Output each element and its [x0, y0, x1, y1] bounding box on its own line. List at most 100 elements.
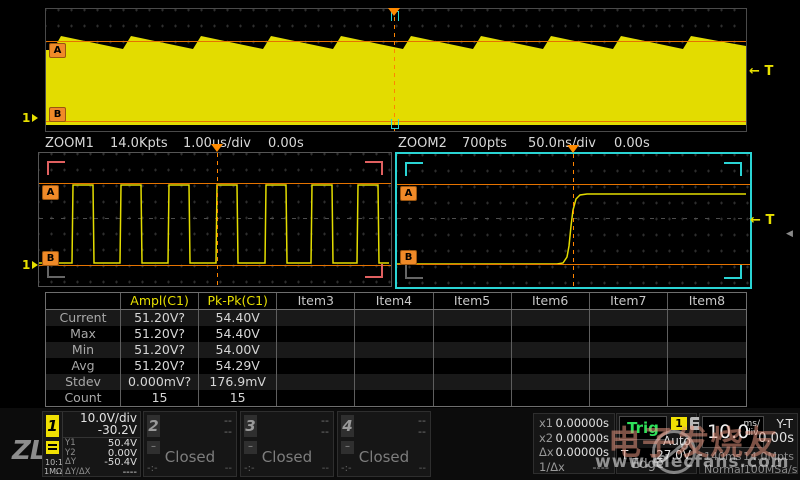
cursor-b-label[interactable]: B [400, 250, 417, 265]
cursor-a-line[interactable] [46, 41, 746, 42]
sample-rate: 100MSa/s [744, 463, 798, 476]
zoom1-trigger-icon[interactable] [211, 144, 223, 152]
measure-value [512, 342, 590, 358]
measure-value: 51.20V? [121, 326, 199, 342]
cursor-x-row: x20.00000s [534, 431, 614, 446]
zoom1-points: 14.0Kpts [110, 136, 168, 151]
measure-column-header[interactable]: Item4 [355, 293, 433, 309]
measure-value: 15 [121, 390, 199, 406]
timebase-scale-box[interactable]: 10.0 ms/div [702, 416, 764, 448]
zoom1-window: A B [38, 152, 392, 287]
measure-value: 15 [199, 390, 277, 406]
measure-value [668, 342, 746, 358]
measure-column-header[interactable]: Ampl(C1) [121, 293, 199, 309]
zoom2-title: ZOOM2 [398, 136, 447, 151]
measure-row: Count1515 [46, 390, 746, 406]
display-mode: Y-T [777, 417, 793, 431]
measure-column-header[interactable]: Item5 [434, 293, 512, 309]
measure-value [590, 390, 668, 406]
measure-row: Min51.20V?54.00V [46, 342, 746, 358]
measure-row: Max51.20V?54.40V [46, 326, 746, 342]
channel-1-badge[interactable]: 1 [46, 415, 59, 437]
measure-row-label: Min [46, 342, 121, 358]
channel-2-badge[interactable]: 2 [147, 415, 160, 437]
main-waveform-window: A B [45, 8, 747, 132]
trigger-status-badge: Trig [619, 416, 667, 440]
trigger-type[interactable]: Edge [617, 457, 678, 472]
cursor-b-label[interactable]: B [49, 107, 66, 122]
zoom2-trigger-line [573, 154, 574, 287]
channel-1-coupling-dc-icon[interactable] [46, 441, 59, 454]
measure-value [668, 358, 746, 374]
channel-3-badge[interactable]: 3 [244, 415, 257, 437]
measure-column-header[interactable]: Item6 [512, 293, 590, 309]
measure-row: Current51.20V?54.40V [46, 310, 746, 326]
zoom2-points: 700pts [462, 136, 507, 151]
left-arrow-icon: ← [749, 64, 760, 79]
channel-2-panel[interactable]: 2----–Closed-:--- [143, 411, 237, 477]
trigger-position-icon[interactable] [388, 8, 400, 16]
zoom1-corner-bracket [365, 264, 383, 278]
measure-row-label: Max [46, 326, 121, 342]
cursor-a-label[interactable]: A [400, 186, 417, 201]
measure-value: 51.20V? [121, 310, 199, 326]
measure-value [434, 358, 512, 374]
measure-value [355, 310, 433, 326]
trigger-level-marker-zoom2[interactable]: ← T [750, 213, 774, 228]
measure-value [668, 374, 746, 390]
measure-value [355, 374, 433, 390]
zoom1-corner-bracket [47, 161, 65, 175]
measure-value [512, 326, 590, 342]
measure-value: 51.20V? [121, 358, 199, 374]
trigger-position-line [394, 9, 395, 131]
measure-value [355, 326, 433, 342]
measure-value [434, 326, 512, 342]
trigger-mode[interactable]: Auto [663, 434, 691, 448]
ground-arrow-icon [32, 114, 38, 122]
ch1-ground-marker-zoom1[interactable]: 1 [22, 258, 38, 272]
channel-1-cursor-readout: Y150.4VY20.00VΔY-50.4VΔY/ΔX---- [63, 439, 140, 477]
measure-row-label: Stdev [46, 374, 121, 390]
measure-column-header[interactable]: Item3 [277, 293, 355, 309]
measure-value: 176.9mV [199, 374, 277, 390]
left-arrow-icon: ← [750, 213, 761, 228]
ch1-ground-marker[interactable]: 1 [22, 111, 38, 125]
measure-value: 54.29V [199, 358, 277, 374]
zoom2-corner-bracket [724, 265, 742, 279]
oscilloscope-screen: A B 1 ← T ZOOM1 14.0Kpts 1.00us/div 0.00… [0, 0, 800, 480]
measure-column-header[interactable]: Item7 [590, 293, 668, 309]
cursor-a-line[interactable] [39, 183, 391, 184]
side-collapse-icon[interactable]: ◀ [786, 229, 793, 239]
channel-4-panel[interactable]: 4----–Closed-:--- [337, 411, 431, 477]
bottom-status-bar: ZLG® 1 10:1 1MΩ 10.0V/div -30.2V Y150.4V… [0, 408, 800, 480]
measure-value: 54.00V [199, 342, 277, 358]
trigger-panel[interactable]: Trig 1 Auto T 27.0V Edge [616, 413, 697, 474]
record-points: 14.0Mpts [743, 450, 794, 463]
measure-value: 51.20V? [121, 342, 199, 358]
zoom2-corner-bracket [405, 162, 423, 176]
measure-value [355, 358, 433, 374]
measure-value [512, 390, 590, 406]
trigger-level-marker-main[interactable]: ← T [749, 64, 773, 79]
measure-value [512, 358, 590, 374]
measure-value [277, 342, 355, 358]
measure-column-header[interactable]: Item8 [668, 293, 746, 309]
cursor-b-line[interactable] [39, 265, 391, 266]
channel-1-panel[interactable]: 1 10:1 1MΩ 10.0V/div -30.2V Y150.4VY20.0… [42, 411, 141, 477]
cursor-b-label[interactable]: B [42, 251, 59, 266]
channel-4-badge[interactable]: 4 [341, 415, 354, 437]
channel-1-offset[interactable]: -30.2V [63, 424, 140, 436]
channel-3-panel[interactable]: 3----–Closed-:--- [240, 411, 334, 477]
cursor-a-label[interactable]: A [49, 43, 66, 58]
timebase-panel[interactable]: 10.0 ms/div Y-T 0.00s 140ms 14.0Mpts Nor… [699, 413, 798, 474]
zoom1-title: ZOOM1 [45, 136, 94, 151]
cursor-x-row: 1/Δx---- [534, 460, 614, 475]
zoom2-trigger-icon[interactable] [567, 145, 579, 153]
measure-column-header[interactable]: Pk-Pk(C1) [199, 293, 277, 309]
cursor-a-label[interactable]: A [42, 185, 59, 200]
measure-value [590, 326, 668, 342]
timebase-delay: 0.00s [758, 431, 794, 446]
measure-value [668, 310, 746, 326]
trigger-source-badge[interactable]: 1 [671, 417, 687, 430]
zoom1-corner-bracket [365, 161, 383, 175]
